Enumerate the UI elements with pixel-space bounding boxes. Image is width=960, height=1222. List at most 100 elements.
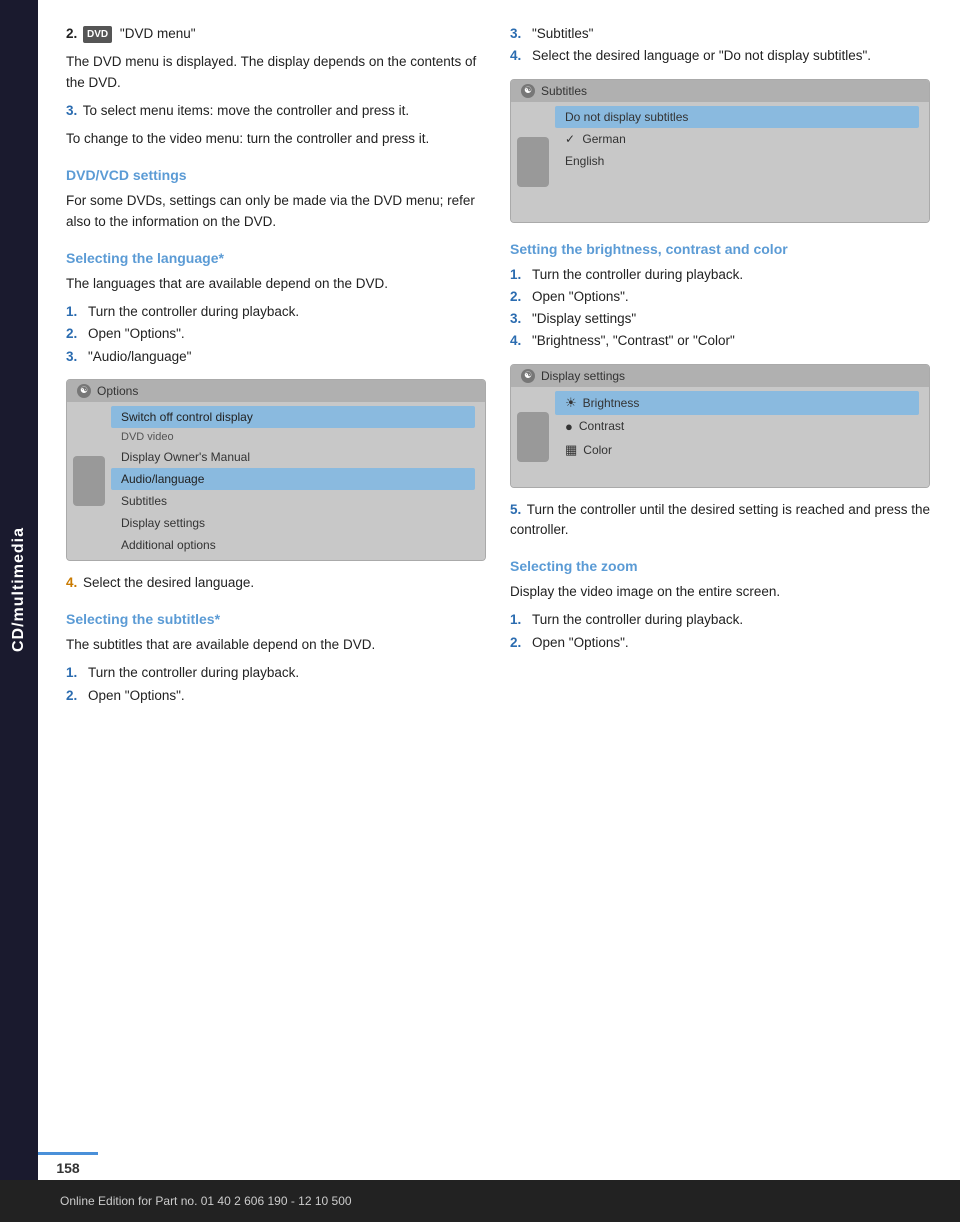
zoom-step-2-text: Open "Options".	[532, 633, 629, 653]
step5-text: Turn the controller until the desired se…	[510, 502, 930, 537]
right-step-3: 3. "Subtitles"	[510, 24, 930, 44]
footer: Online Edition for Part no. 01 40 2 606 …	[0, 1180, 960, 1222]
contrast-icon: ●	[565, 419, 573, 434]
brightness-step-2-num: 2.	[510, 287, 526, 307]
right-column: 3. "Subtitles" 4. Select the desired lan…	[510, 24, 930, 716]
main-content: 2. DVD "DVD menu" The DVD menu is displa…	[38, 0, 960, 796]
lang-step-1-text: Turn the controller during playback.	[88, 302, 299, 322]
options-titlebar-icon: ☯	[77, 384, 91, 398]
sub-step-2-text: Open "Options".	[88, 686, 185, 706]
lang-step-3-num: 3.	[66, 347, 82, 367]
subtitles-screenshot: ☯ Subtitles Do not display subtitles ✓ G…	[510, 79, 930, 223]
brightness-step-3-text: "Display settings"	[532, 309, 636, 329]
footer-text: Online Edition for Part no. 01 40 2 606 …	[60, 1194, 352, 1208]
contrast-label: Contrast	[579, 419, 624, 433]
sub-step-2: 2. Open "Options".	[66, 686, 486, 706]
step3b-text: To change to the video menu: turn the co…	[66, 129, 486, 149]
selecting-language-header: Selecting the language*	[66, 250, 486, 266]
subtitles-titlebar-icon: ☯	[521, 84, 535, 98]
subtitles-item-dont-display: Do not display subtitles	[555, 106, 919, 128]
lang-step-3-text: "Audio/language"	[88, 347, 191, 367]
right-step-3-text: "Subtitles"	[532, 24, 593, 44]
color-label: Color	[583, 443, 612, 457]
display-settings-icon: ☯	[521, 369, 535, 383]
step3-text: To select menu items: move the controlle…	[83, 103, 409, 118]
sub-step-2-num: 2.	[66, 686, 82, 706]
selecting-subtitles-body: The subtitles that are available depend …	[66, 635, 486, 655]
zoom-step-2: 2. Open "Options".	[510, 633, 930, 653]
color-icon: ▦	[565, 442, 577, 458]
dvd-icon: DVD	[83, 26, 112, 43]
menu-item-additional-options: Additional options	[111, 534, 475, 556]
zoom-step-1: 1. Turn the controller during playback.	[510, 610, 930, 630]
subtitles-menu: Do not display subtitles ✓ German Englis…	[555, 106, 919, 172]
step2-line: 2. DVD "DVD menu"	[66, 24, 486, 44]
lang-step-1-num: 1.	[66, 302, 82, 322]
left-column: 2. DVD "DVD menu" The DVD menu is displa…	[66, 24, 486, 716]
brightness-step-4-text: "Brightness", "Contrast" or "Color"	[532, 331, 735, 351]
lang-step-2: 2. Open "Options".	[66, 324, 486, 344]
dvd-vcd-settings-body: For some DVDs, settings can only be made…	[66, 191, 486, 232]
subtitles-title: Subtitles	[541, 84, 587, 98]
zoom-step-1-num: 1.	[510, 610, 526, 630]
step2-number: 2.	[66, 26, 77, 41]
ui-knob-display	[517, 412, 549, 462]
zoom-step-1-text: Turn the controller during playback.	[532, 610, 743, 630]
brightness-steps-list: 1. Turn the controller during playback. …	[510, 265, 930, 352]
brightness-step-2: 2. Open "Options".	[510, 287, 930, 307]
options-title: Options	[97, 384, 138, 398]
brightness-step-1: 1. Turn the controller during playback.	[510, 265, 930, 285]
dvd-vcd-settings-header: DVD/VCD settings	[66, 167, 486, 183]
menu-item-subtitles: Subtitles	[111, 490, 475, 512]
selecting-language-body: The languages that are available depend …	[66, 274, 486, 294]
display-item-brightness: ☀ Brightness	[555, 391, 919, 415]
brightness-step-4: 4. "Brightness", "Contrast" or "Color"	[510, 331, 930, 351]
lang-step-2-num: 2.	[66, 324, 82, 344]
subtitles-item-english: English	[555, 150, 919, 172]
sidebar-label: CD/multimedia	[10, 527, 28, 652]
menu-item-dvd-video: DVD video	[111, 428, 475, 446]
options-menu: Switch off control display DVD video Dis…	[111, 406, 475, 556]
subtitles-titlebar: ☯ Subtitles	[511, 80, 929, 102]
step3-number: 3.	[66, 103, 77, 118]
subtitles-steps-list: 1. Turn the controller during playback. …	[66, 663, 486, 706]
right-step-3-num: 3.	[510, 24, 526, 44]
step2-body: The DVD menu is displayed. The display d…	[66, 52, 486, 93]
step4-num: 4.	[66, 575, 77, 590]
selecting-subtitles-header: Selecting the subtitles*	[66, 611, 486, 627]
step4-line: 4. Select the desired language.	[66, 573, 486, 593]
brightness-icon: ☀	[565, 395, 577, 411]
ui-knob-options	[73, 456, 105, 506]
brightness-step-1-num: 1.	[510, 265, 526, 285]
right-steps-top: 3. "Subtitles" 4. Select the desired lan…	[510, 24, 930, 67]
sidebar: CD/multimedia	[0, 0, 38, 1180]
step5-line: 5. Turn the controller until the desired…	[510, 500, 930, 541]
brightness-step-3-num: 3.	[510, 309, 526, 329]
menu-item-display-settings: Display settings	[111, 512, 475, 534]
brightness-step-3: 3. "Display settings"	[510, 309, 930, 329]
subtitles-item-german: ✓ German	[555, 128, 919, 150]
subtitles-body: Do not display subtitles ✓ German Englis…	[511, 102, 929, 222]
zoom-steps-list: 1. Turn the controller during playback. …	[510, 610, 930, 653]
display-settings-screenshot: ☯ Display settings ☀ Brightness ● Contra…	[510, 364, 930, 488]
display-settings-menu: ☀ Brightness ● Contrast ▦ Color	[555, 391, 919, 462]
zoom-body: Display the video image on the entire sc…	[510, 582, 930, 602]
lang-step-3: 3. "Audio/language"	[66, 347, 486, 367]
step3-line: 3. To select menu items: move the contro…	[66, 101, 486, 121]
sub-step-1-text: Turn the controller during playback.	[88, 663, 299, 683]
language-steps-list: 1. Turn the controller during playback. …	[66, 302, 486, 367]
options-body: Switch off control display DVD video Dis…	[67, 402, 485, 560]
step2-dvd-text: "DVD menu"	[120, 26, 196, 41]
zoom-step-2-num: 2.	[510, 633, 526, 653]
page-number-box: 158	[38, 1152, 98, 1180]
sub-step-1: 1. Turn the controller during playback.	[66, 663, 486, 683]
menu-item-switch-off: Switch off control display	[111, 406, 475, 428]
menu-item-display-owners: Display Owner's Manual	[111, 446, 475, 468]
zoom-section-header: Selecting the zoom	[510, 558, 930, 574]
brightness-label: Brightness	[583, 396, 640, 410]
brightness-step-4-num: 4.	[510, 331, 526, 351]
right-step-4-text: Select the desired language or "Do not d…	[532, 46, 871, 66]
display-item-color: ▦ Color	[555, 438, 919, 462]
right-step-4: 4. Select the desired language or "Do no…	[510, 46, 930, 66]
lang-step-2-text: Open "Options".	[88, 324, 185, 344]
